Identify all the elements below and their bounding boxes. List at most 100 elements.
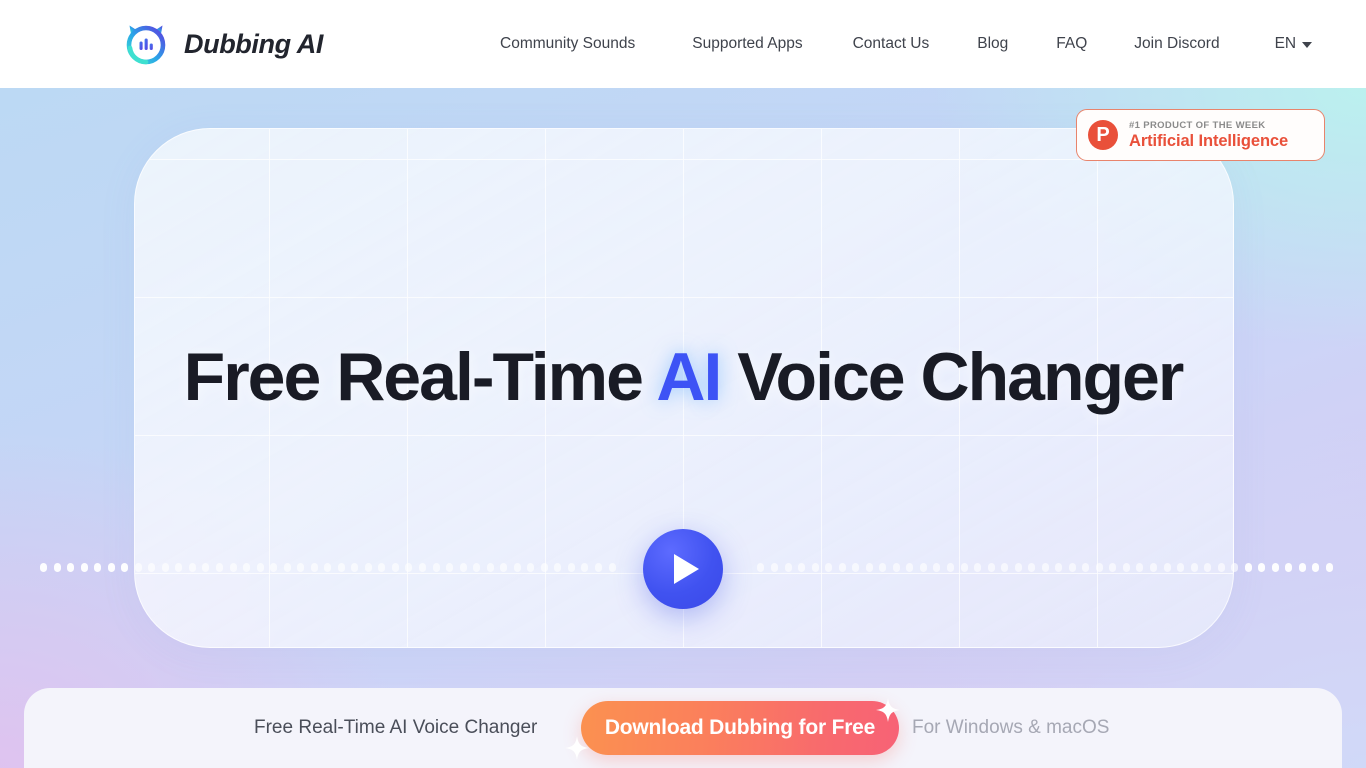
waveform-dot bbox=[1082, 562, 1090, 572]
badge-title: Artificial Intelligence bbox=[1129, 131, 1289, 150]
waveform-dot bbox=[879, 562, 887, 572]
waveform-dot bbox=[148, 562, 156, 572]
waveform-dot bbox=[1041, 562, 1049, 572]
waveform-dot bbox=[1231, 562, 1239, 572]
waveform-dot bbox=[202, 562, 210, 572]
waveform-dot bbox=[1001, 562, 1009, 572]
waveform-dot bbox=[256, 562, 264, 572]
waveform-dot bbox=[1326, 562, 1333, 572]
waveform-dot bbox=[1190, 562, 1198, 572]
waveform-dot bbox=[310, 562, 318, 572]
waveform-dot bbox=[906, 562, 914, 572]
waveform-dot bbox=[1163, 562, 1171, 572]
waveform-dot bbox=[297, 562, 305, 572]
nav-item-community-sounds[interactable]: Community Sounds bbox=[500, 35, 635, 53]
waveform-dot bbox=[1312, 562, 1320, 572]
play-button[interactable] bbox=[643, 529, 723, 609]
waveform-dot bbox=[40, 562, 47, 572]
download-button-label: Download Dubbing for Free bbox=[604, 716, 876, 739]
waveform-dot bbox=[134, 562, 142, 572]
waveform-dot bbox=[811, 562, 819, 572]
waveform-dot bbox=[94, 562, 102, 572]
badge-kicker: #1 PRODUCT OF THE WEEK bbox=[1129, 119, 1266, 131]
waveform-dot bbox=[432, 562, 440, 572]
waveform-dot bbox=[1285, 562, 1293, 572]
supported-platforms-label: For Windows & macOS bbox=[912, 717, 1110, 738]
headline-accent-ai: AI bbox=[656, 339, 722, 415]
waveform-dot bbox=[1244, 562, 1252, 572]
waveform-dot bbox=[554, 562, 562, 572]
bottom-cta-bar: Free Real-Time AI Voice Changer Download… bbox=[24, 688, 1342, 768]
product-hunt-icon: P bbox=[1088, 120, 1118, 150]
waveform-dot bbox=[974, 562, 982, 572]
nav-item-faq[interactable]: FAQ bbox=[1056, 35, 1087, 53]
waveform-dot bbox=[933, 562, 941, 572]
site-header: Dubbing AI Community Sounds Supported Ap… bbox=[0, 0, 1366, 88]
waveform-dot bbox=[67, 562, 75, 572]
waveform-dot bbox=[473, 562, 481, 572]
waveform-dot bbox=[80, 562, 88, 572]
waveform-dot bbox=[53, 562, 61, 572]
waveform-dot bbox=[364, 562, 372, 572]
waveform-dot bbox=[486, 562, 494, 572]
brand-logo[interactable]: Dubbing AI bbox=[122, 20, 323, 68]
waveform-dot bbox=[540, 562, 548, 572]
headline-part-2: Voice Changer bbox=[720, 339, 1184, 415]
waveform-dot bbox=[391, 562, 399, 572]
product-hunt-badge[interactable]: P #1 PRODUCT OF THE WEEK Artificial Inte… bbox=[1076, 109, 1325, 161]
nav-item-contact-us[interactable]: Contact Us bbox=[853, 35, 930, 53]
waveform-dot bbox=[1217, 562, 1225, 572]
main-navigation: Community Sounds Supported Apps Contact … bbox=[500, 0, 1313, 88]
download-button[interactable]: Download Dubbing for Free bbox=[581, 701, 899, 755]
waveform-dot bbox=[892, 562, 900, 572]
nav-item-join-discord[interactable]: Join Discord bbox=[1134, 35, 1219, 53]
language-selector[interactable]: EN bbox=[1275, 35, 1313, 53]
waveform-dot bbox=[1150, 562, 1158, 572]
waveform-dot bbox=[1136, 562, 1144, 572]
waveform-dot bbox=[919, 562, 927, 572]
waveform-dot bbox=[121, 562, 129, 572]
waveform-dot bbox=[595, 562, 602, 572]
waveform-dot bbox=[405, 562, 413, 572]
waveform-dot bbox=[459, 562, 467, 572]
waveform-dot bbox=[1258, 562, 1266, 572]
headline-part-1: Free Real-Time bbox=[183, 339, 657, 415]
waveform-dot bbox=[161, 562, 169, 572]
waveform-dot bbox=[283, 562, 291, 572]
dubbing-cat-logo-icon bbox=[122, 20, 170, 68]
waveform-dot bbox=[419, 562, 427, 572]
waveform-dot bbox=[1204, 562, 1212, 572]
waveform-dot bbox=[1298, 562, 1306, 572]
waveform-dot bbox=[243, 562, 251, 572]
sparkle-icon-left bbox=[564, 735, 590, 761]
nav-item-blog[interactable]: Blog bbox=[977, 35, 1008, 53]
waveform-dot bbox=[270, 562, 278, 572]
bottom-tagline: Free Real-Time AI Voice Changer bbox=[254, 717, 538, 738]
waveform-dot bbox=[798, 562, 806, 572]
waveform-dot bbox=[770, 562, 778, 572]
waveform-dot bbox=[337, 562, 345, 572]
waveform-dot bbox=[784, 562, 792, 572]
waveform-dot bbox=[1014, 562, 1022, 572]
chevron-down-icon bbox=[1302, 42, 1313, 48]
play-icon bbox=[674, 554, 699, 584]
waveform-dot bbox=[527, 562, 535, 572]
waveform-dot bbox=[1271, 562, 1279, 572]
waveform-dot bbox=[1109, 562, 1117, 572]
waveform-dot bbox=[567, 562, 575, 572]
waveform-dot bbox=[175, 562, 183, 572]
waveform-dot bbox=[378, 562, 386, 572]
waveform-dot bbox=[852, 562, 860, 572]
waveform-dot bbox=[107, 562, 115, 572]
language-label: EN bbox=[1274, 35, 1297, 52]
nav-item-supported-apps[interactable]: Supported Apps bbox=[692, 35, 802, 53]
waveform-dot bbox=[215, 562, 223, 572]
waveform-dot bbox=[1068, 562, 1076, 572]
waveform-dot bbox=[1028, 562, 1036, 572]
waveform-dot bbox=[351, 562, 359, 572]
waveform-dot bbox=[825, 562, 833, 572]
download-button-wrapper: Download Dubbing for Free bbox=[557, 698, 900, 760]
waveform-dot bbox=[188, 562, 196, 572]
sparkle-icon-right bbox=[875, 697, 901, 723]
waveform-dot bbox=[1177, 562, 1185, 572]
